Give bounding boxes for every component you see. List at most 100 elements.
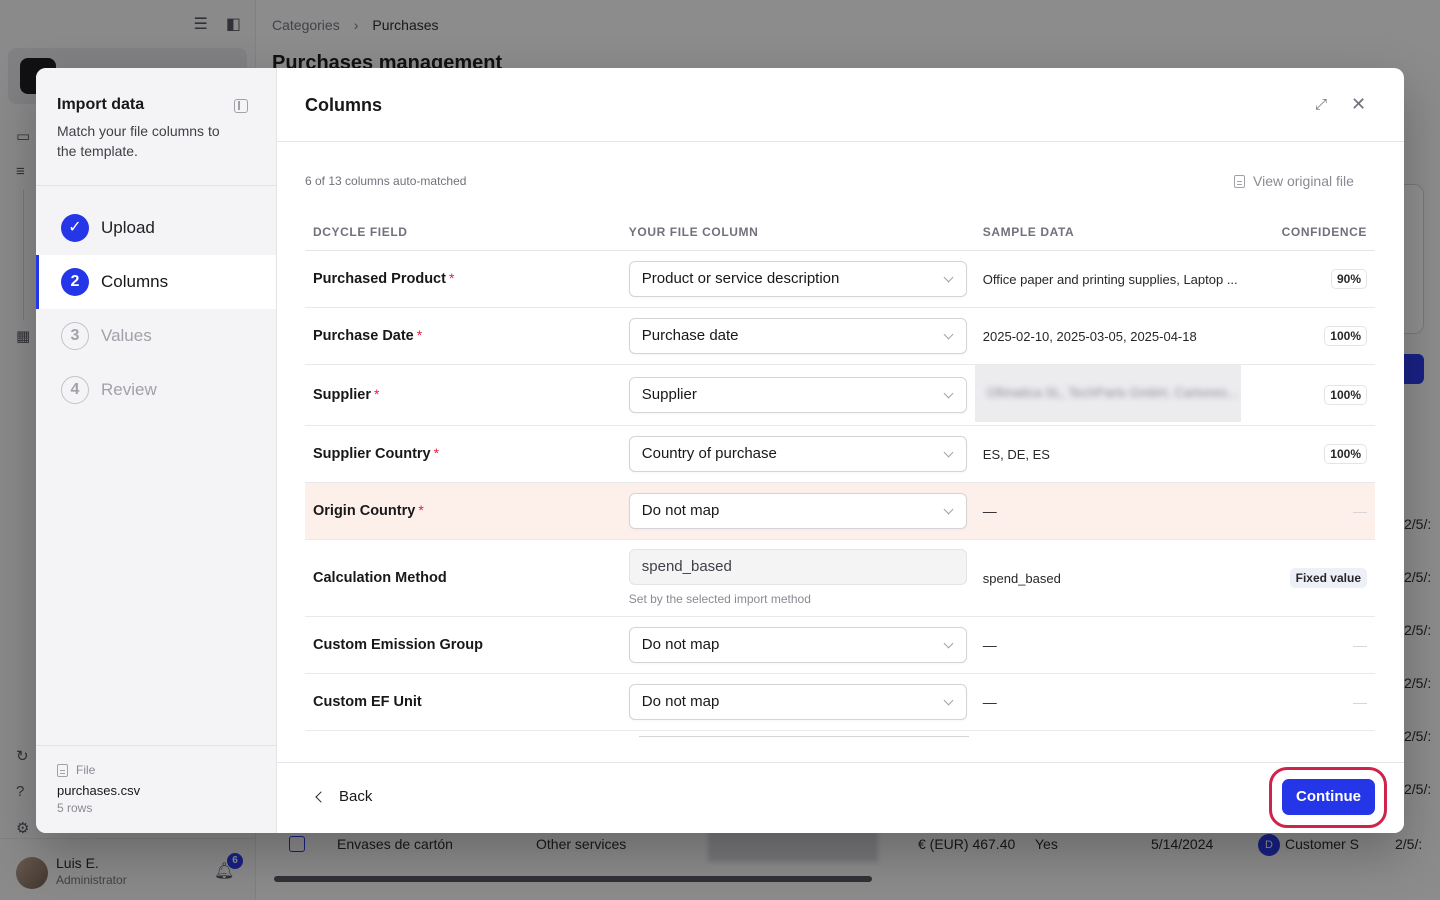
close-icon[interactable]: ✕ xyxy=(1351,95,1367,113)
column-select[interactable]: Country of purchase xyxy=(628,435,967,472)
step-label: Review xyxy=(101,380,157,399)
field-name: Custom Emission Group xyxy=(313,637,483,653)
columns-panel: Columns ⤢ ✕ 6 of 13 columns auto-matched… xyxy=(277,68,1404,833)
chevron-down-icon xyxy=(943,695,954,705)
table-row: Supplier * Supplier Ofimatica SL, TechPar… xyxy=(305,364,1375,426)
field-name: Origin Country xyxy=(313,503,416,519)
fixed-value-hint: Set by the selected import method xyxy=(628,592,811,606)
select-value: Product or service description xyxy=(641,269,840,287)
expand-icon[interactable]: ⤢ xyxy=(1315,97,1331,113)
confidence-badge: 100% xyxy=(1324,443,1367,464)
file-label: File xyxy=(76,763,96,777)
sample-data: 2025-02-10, 2025-03-05, 2025-04-18 xyxy=(982,328,1197,344)
chevron-down-icon xyxy=(943,504,954,514)
confidence-empty: — xyxy=(1353,502,1367,519)
blurred-sample-data: Ofimatica SL, TechParts GmbH, Cartones..… xyxy=(974,364,1241,422)
view-original-file-link[interactable]: View original file xyxy=(1234,173,1354,189)
step-columns[interactable]: 2 Columns xyxy=(36,255,276,309)
fixed-value-input: spend_based xyxy=(628,549,967,585)
column-select[interactable]: Do not map xyxy=(628,683,967,720)
import-header: Import data Match your file columns to t… xyxy=(36,68,276,186)
auto-matched-count: 6 of 13 columns auto-matched xyxy=(305,174,467,188)
required-marker: * xyxy=(448,270,455,286)
confidence-empty: — xyxy=(1353,693,1367,710)
file-label-row: File xyxy=(57,763,95,777)
field-name: Calculation Method xyxy=(313,570,447,586)
sample-data: Office paper and printing supplies, Lapt… xyxy=(982,271,1238,287)
field-name: Purchase Date xyxy=(313,328,414,344)
chevron-down-icon xyxy=(943,272,954,282)
sample-data: spend_based xyxy=(982,570,1061,586)
header-column: YOUR FILE COLUMN xyxy=(620,214,975,251)
check-icon: ✓ xyxy=(61,214,89,242)
confidence-badge: 100% xyxy=(1324,325,1367,346)
header-confidence: CONFIDENCE xyxy=(1245,214,1375,251)
select-value: Supplier xyxy=(641,385,697,403)
modal-footer: Back Continue xyxy=(277,762,1404,833)
next-row-select-edge xyxy=(639,736,969,737)
confidence-empty: — xyxy=(1353,636,1367,653)
select-value: Do not map xyxy=(641,692,720,710)
step-upload[interactable]: ✓ Upload xyxy=(36,201,276,255)
column-select[interactable]: Supplier xyxy=(628,376,967,413)
chevron-down-icon xyxy=(943,388,954,398)
fixed-value-badge: Fixed value xyxy=(1289,567,1367,588)
select-value: Do not map xyxy=(641,501,720,519)
columns-title: Columns xyxy=(305,95,383,115)
collapse-panel-icon[interactable] xyxy=(234,99,248,113)
field-name: Purchased Product xyxy=(313,271,446,287)
chevron-down-icon xyxy=(943,329,954,339)
file-rows: 5 rows xyxy=(57,801,93,815)
file-name: purchases.csv xyxy=(57,783,141,798)
column-select[interactable]: Purchase date xyxy=(628,317,967,354)
file-icon xyxy=(1234,174,1245,188)
step-review: 4 Review xyxy=(36,363,276,417)
select-value: Country of purchase xyxy=(641,444,777,462)
import-steps-panel: Import data Match your file columns to t… xyxy=(36,68,277,833)
required-marker: * xyxy=(374,386,380,402)
import-subtitle: Match your file columns to the template. xyxy=(57,123,220,159)
import-modal: Import data Match your file columns to t… xyxy=(36,68,1404,833)
required-marker: * xyxy=(416,327,423,343)
sample-data: — xyxy=(982,502,997,519)
back-button[interactable]: Back xyxy=(315,788,373,805)
step-label: Values xyxy=(101,326,152,345)
required-marker: * xyxy=(418,502,424,518)
table-header-row: DCYCLE FIELD YOUR FILE COLUMN SAMPLE DAT… xyxy=(305,214,1375,251)
sample-data: — xyxy=(982,636,997,653)
header-field: DCYCLE FIELD xyxy=(305,214,621,251)
column-select[interactable]: Do not map xyxy=(628,626,967,663)
columns-header: Columns ⤢ ✕ xyxy=(277,68,1404,142)
step-values: 3 Values xyxy=(36,309,276,363)
continue-button[interactable]: Continue xyxy=(1282,779,1375,815)
chevron-down-icon xyxy=(943,447,954,457)
confidence-badge: 90% xyxy=(1330,268,1367,289)
table-row: Calculation Method spend_based Set by th… xyxy=(305,539,1375,617)
sample-data: ES, DE, ES xyxy=(982,446,1050,462)
table-row: Purchased Product * Product or service de… xyxy=(305,250,1375,308)
field-name: Supplier Country xyxy=(313,446,431,462)
field-name: Supplier xyxy=(313,387,372,403)
column-select[interactable]: Product or service description xyxy=(628,260,967,297)
table-row: Custom Emission Group Do not map — — xyxy=(305,616,1375,674)
table-row: Custom EF Unit Do not map — — xyxy=(305,673,1375,731)
table-row-unmapped-required: Origin Country * Do not map — — xyxy=(305,482,1375,540)
sample-data: — xyxy=(982,693,997,710)
file-icon xyxy=(57,763,68,777)
file-info: File purchases.csv 5 rows xyxy=(36,745,276,833)
step-number: 4 xyxy=(61,376,89,404)
table-row: Purchase Date * Purchase date 2025-02-10,… xyxy=(305,307,1375,365)
step-number: 3 xyxy=(61,322,89,350)
sample-data: Ofimatica SL, TechParts GmbH, Cartones..… xyxy=(986,384,1238,400)
view-original-file-label: View original file xyxy=(1253,173,1354,189)
step-label: Columns xyxy=(101,272,169,291)
confidence-badge: 100% xyxy=(1324,384,1367,405)
import-title: Import data xyxy=(57,96,145,113)
back-label: Back xyxy=(339,788,373,805)
table-row: Supplier Country * Country of purchase ES… xyxy=(305,425,1375,483)
column-select[interactable]: Do not map xyxy=(628,492,967,529)
select-value: Purchase date xyxy=(641,326,739,344)
required-marker: * xyxy=(433,445,440,461)
chevron-down-icon xyxy=(943,638,954,648)
header-sample: SAMPLE DATA xyxy=(974,214,1246,251)
